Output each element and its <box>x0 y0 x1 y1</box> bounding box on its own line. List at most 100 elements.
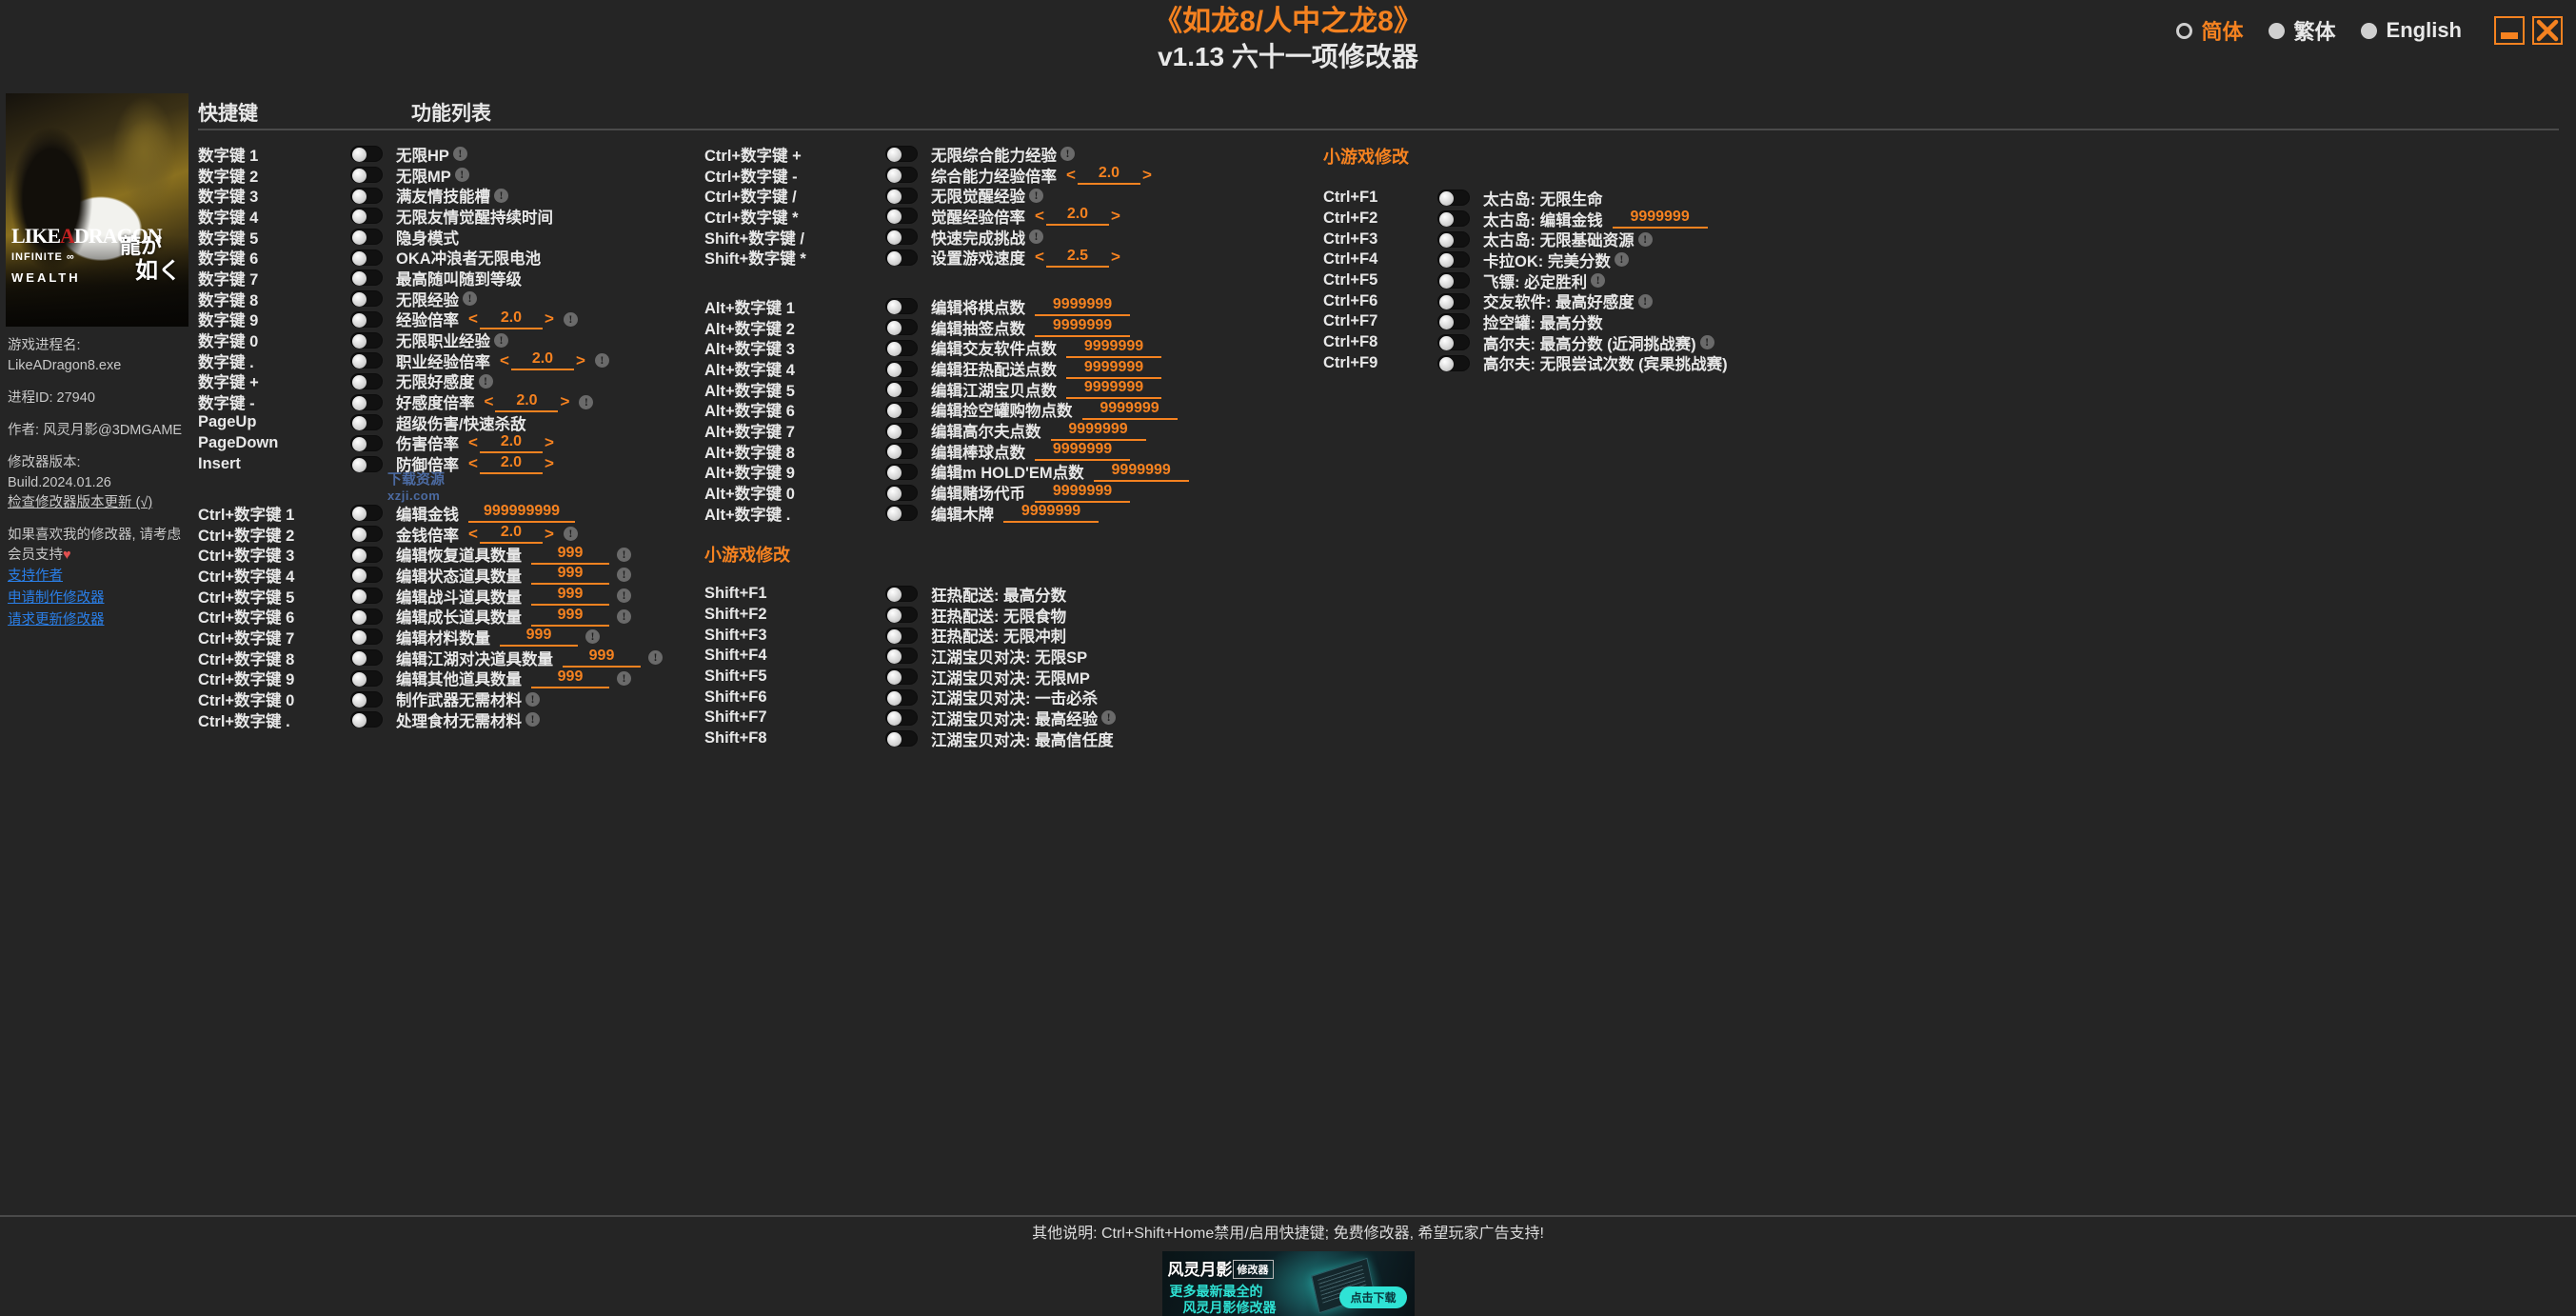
warning-icon[interactable]: ! <box>1591 273 1606 289</box>
stepper-value[interactable]: 2.0 <box>1045 206 1109 227</box>
stepper-increment-icon[interactable]: > <box>1109 248 1122 267</box>
stepper-decrement-icon[interactable]: < <box>466 454 480 473</box>
numeric-input[interactable]: 9999999 <box>1066 379 1161 400</box>
numeric-input[interactable]: 999 <box>531 668 609 688</box>
link-support-author[interactable]: 支持作者 <box>8 566 185 588</box>
warning-icon[interactable]: ! <box>563 311 578 327</box>
warning-icon[interactable]: ! <box>463 291 477 307</box>
feature-toggle[interactable] <box>885 422 918 439</box>
feature-toggle[interactable] <box>885 607 918 624</box>
feature-toggle[interactable] <box>885 688 918 706</box>
feature-toggle[interactable] <box>350 187 383 204</box>
feature-toggle[interactable] <box>885 187 918 204</box>
stepper-increment-icon[interactable]: > <box>543 454 556 473</box>
feature-toggle[interactable] <box>350 526 383 543</box>
numeric-input[interactable]: 9999999 <box>1035 483 1130 503</box>
numeric-input[interactable]: 9999999 <box>1003 503 1099 524</box>
warning-icon[interactable]: ! <box>617 670 631 686</box>
warning-icon[interactable]: ! <box>563 527 578 542</box>
feature-toggle[interactable] <box>350 608 383 625</box>
feature-toggle[interactable] <box>1437 210 1470 228</box>
minimize-icon[interactable] <box>2494 16 2525 45</box>
value-stepper[interactable]: <2.0 > <box>483 392 572 412</box>
numeric-input[interactable]: 999 <box>563 648 641 668</box>
numeric-input[interactable]: 999 <box>531 545 609 565</box>
stepper-value[interactable]: 2.0 <box>479 433 543 453</box>
feature-toggle[interactable] <box>1437 251 1470 269</box>
numeric-input[interactable]: 9999999 <box>1066 359 1161 379</box>
stepper-decrement-icon[interactable]: < <box>1033 207 1046 226</box>
warning-icon[interactable]: ! <box>1637 231 1653 247</box>
stepper-increment-icon[interactable]: > <box>1140 166 1154 185</box>
warning-icon[interactable]: ! <box>478 373 493 389</box>
ad-banner[interactable]: 风灵月影 修改器 更多最新最全的 风灵月影修改器 点击下载 <box>1161 1251 1415 1316</box>
feature-toggle[interactable] <box>350 434 383 451</box>
warning-icon[interactable]: ! <box>452 147 467 162</box>
warning-icon[interactable]: ! <box>494 188 508 203</box>
feature-toggle[interactable] <box>885 298 918 315</box>
stepper-increment-icon[interactable]: > <box>543 309 556 329</box>
stepper-value[interactable]: 2.0 <box>495 392 559 412</box>
warning-icon[interactable]: ! <box>617 588 631 604</box>
stepper-value[interactable]: 2.5 <box>1045 248 1109 268</box>
check-update-link[interactable]: 检查修改器版本更新 (√) <box>8 493 152 513</box>
feature-toggle[interactable] <box>350 229 383 246</box>
feature-toggle[interactable] <box>350 208 383 225</box>
warning-icon[interactable]: ! <box>617 547 631 562</box>
stepper-increment-icon[interactable]: > <box>543 525 556 544</box>
feature-toggle[interactable] <box>885 668 918 686</box>
numeric-input[interactable]: 999 <box>531 586 609 607</box>
feature-toggle[interactable] <box>885 505 918 522</box>
stepper-decrement-icon[interactable]: < <box>483 392 496 411</box>
warning-icon[interactable]: ! <box>1101 710 1117 726</box>
feature-toggle[interactable] <box>885 627 918 644</box>
stepper-decrement-icon[interactable]: < <box>466 433 480 452</box>
feature-toggle[interactable] <box>1437 292 1470 309</box>
numeric-input[interactable]: 999999999 <box>468 503 575 524</box>
value-stepper[interactable]: <2.0 > <box>466 524 556 545</box>
close-icon[interactable] <box>2532 16 2563 45</box>
feature-toggle[interactable] <box>350 649 383 667</box>
warning-icon[interactable]: ! <box>1029 188 1043 203</box>
feature-toggle[interactable] <box>885 167 918 184</box>
warning-icon[interactable]: ! <box>1060 147 1075 162</box>
feature-toggle[interactable] <box>350 167 383 184</box>
feature-toggle[interactable] <box>885 208 918 225</box>
stepper-decrement-icon[interactable]: < <box>1033 248 1046 267</box>
stepper-increment-icon[interactable]: > <box>1109 207 1122 226</box>
stepper-decrement-icon[interactable]: < <box>466 309 480 329</box>
warning-icon[interactable]: ! <box>525 712 540 728</box>
feature-toggle[interactable] <box>350 455 383 472</box>
link-request-update[interactable]: 请求更新修改器 <box>8 609 185 631</box>
feature-toggle[interactable] <box>350 393 383 410</box>
warning-icon[interactable]: ! <box>494 332 508 348</box>
feature-toggle[interactable] <box>350 290 383 308</box>
stepper-value[interactable]: 2.0 <box>479 454 543 474</box>
feature-toggle[interactable] <box>350 372 383 389</box>
lang-option-english[interactable]: English <box>2360 18 2462 43</box>
feature-toggle[interactable] <box>885 648 918 665</box>
feature-toggle[interactable] <box>1437 189 1470 207</box>
feature-toggle[interactable] <box>885 484 918 501</box>
lang-option-simplified[interactable]: 简体 <box>2175 15 2244 46</box>
feature-toggle[interactable] <box>885 249 918 266</box>
value-stepper[interactable]: <2.0 > <box>498 350 587 371</box>
value-stepper[interactable]: <2.0 > <box>1033 206 1122 227</box>
warning-icon[interactable]: ! <box>1637 293 1653 309</box>
feature-toggle[interactable] <box>350 505 383 522</box>
warning-icon[interactable]: ! <box>648 650 663 666</box>
feature-toggle[interactable] <box>885 381 918 398</box>
warning-icon[interactable]: ! <box>1699 335 1714 350</box>
stepper-value[interactable]: 2.0 <box>510 350 574 371</box>
stepper-decrement-icon[interactable]: < <box>498 351 511 370</box>
numeric-input[interactable]: 9999999 <box>1081 400 1178 420</box>
numeric-input[interactable]: 999 <box>531 565 609 586</box>
warning-icon[interactable]: ! <box>1614 252 1629 268</box>
feature-toggle[interactable] <box>350 669 383 687</box>
feature-toggle[interactable] <box>885 443 918 460</box>
value-stepper[interactable]: <2.0 > <box>466 309 556 329</box>
numeric-input[interactable]: 9999999 <box>1035 296 1130 317</box>
link-request-trainer[interactable]: 申请制作修改器 <box>8 588 185 609</box>
feature-toggle[interactable] <box>350 711 383 728</box>
numeric-input[interactable]: 9999999 <box>1050 421 1146 441</box>
